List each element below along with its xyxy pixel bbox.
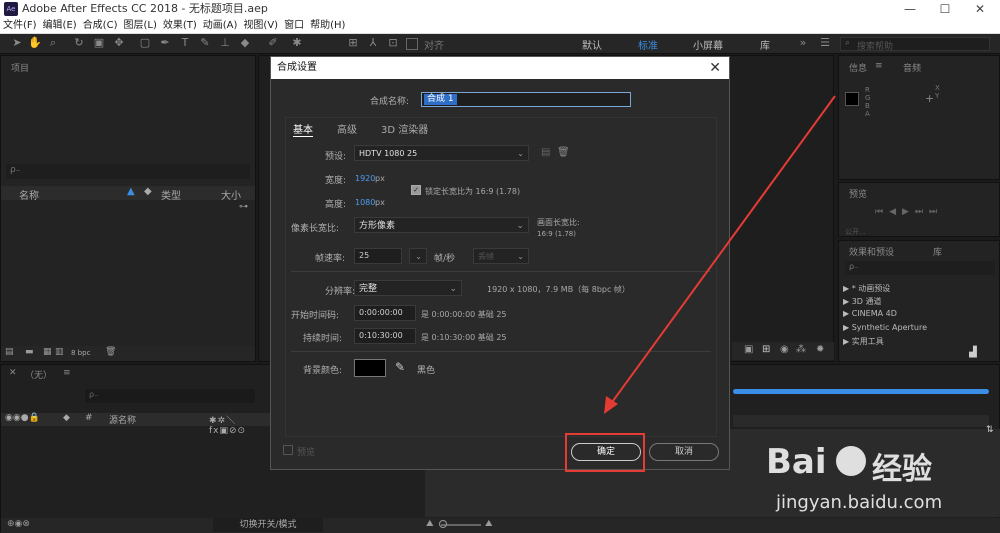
watermark-url: jingyan.baidu.com xyxy=(776,492,943,513)
watermark-brand-cn: 经验 xyxy=(872,452,932,487)
watermark-brand: Bai xyxy=(766,442,827,482)
baidu-paw-icon xyxy=(836,446,866,476)
baidu-watermark: Bai 经验 jingyan.baidu.com xyxy=(760,420,1000,532)
